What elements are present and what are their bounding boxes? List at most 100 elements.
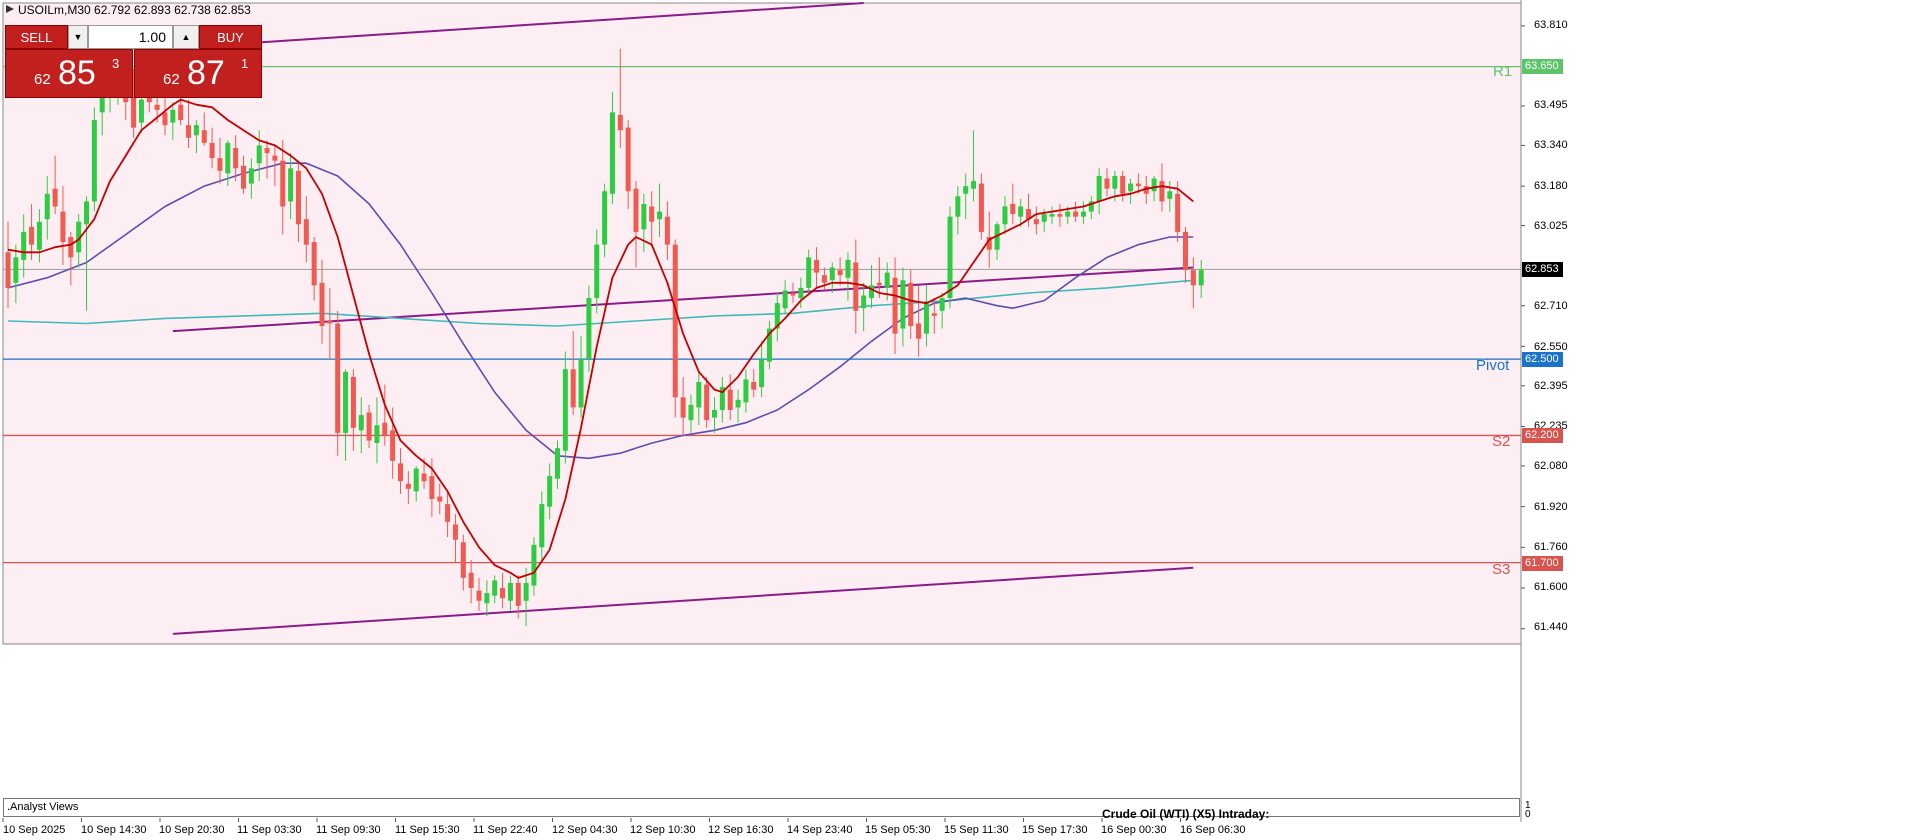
candle-body bbox=[696, 382, 702, 408]
buy-button[interactable]: BUY bbox=[199, 25, 262, 49]
buy-price-small: 62 bbox=[163, 71, 180, 88]
candle-body bbox=[295, 170, 301, 225]
candle-body bbox=[688, 404, 694, 421]
candle-body bbox=[727, 389, 733, 410]
candle-body bbox=[609, 112, 615, 194]
time-tick: 11 Sep 22:40 bbox=[473, 824, 538, 836]
candle-body bbox=[272, 155, 278, 161]
candle-body bbox=[68, 237, 74, 258]
time-tick: 15 Sep 11:30 bbox=[944, 824, 1009, 836]
candle-body bbox=[382, 422, 388, 436]
candle-body bbox=[547, 476, 553, 507]
candle-body bbox=[1010, 203, 1016, 215]
candle-body bbox=[806, 257, 812, 288]
analyst-views-subwindow[interactable]: .Analyst Views Crude Oil (WTI) (X5) Intr… bbox=[3, 798, 1520, 821]
price-tick: 62.395 bbox=[1534, 380, 1568, 392]
r1-price-badge: 63.650 bbox=[1522, 59, 1563, 74]
candle-body bbox=[21, 231, 27, 260]
candle-body bbox=[594, 244, 600, 299]
candle-body bbox=[704, 384, 710, 421]
s2-price-badge: 62.200 bbox=[1522, 428, 1563, 443]
candle-body bbox=[209, 142, 215, 159]
candle-body bbox=[1198, 270, 1204, 286]
candle-body bbox=[751, 382, 757, 390]
candle-body bbox=[939, 298, 945, 311]
candle-body bbox=[586, 298, 592, 360]
chart-menu-icon[interactable] bbox=[6, 5, 14, 13]
candle-body bbox=[523, 582, 529, 601]
price-scale[interactable]: 63.810 63.495 63.340 63.180 63.025 62.71… bbox=[1522, 0, 1916, 840]
candle-body bbox=[657, 211, 663, 220]
candle-body bbox=[311, 242, 317, 286]
candle-body bbox=[1128, 183, 1134, 192]
time-tick: 10 Sep 14:30 bbox=[81, 824, 147, 836]
candle-body bbox=[500, 588, 506, 599]
candle-body bbox=[735, 399, 741, 408]
candle-body bbox=[1002, 206, 1008, 225]
s3-price-badge: 61.700 bbox=[1522, 556, 1563, 571]
candle-body bbox=[1151, 178, 1157, 192]
candle-body bbox=[617, 114, 623, 131]
price-tick: 61.920 bbox=[1534, 501, 1568, 513]
candle-body bbox=[531, 544, 537, 586]
candle-body bbox=[555, 448, 560, 479]
lot-decrease-button[interactable]: ▼ bbox=[68, 25, 88, 49]
symbol-ohlc-text: USOILm,M30 62.792 62.893 62.738 62.853 bbox=[18, 3, 251, 17]
candle-body bbox=[782, 290, 788, 309]
candle-body bbox=[327, 320, 333, 324]
candle-body bbox=[1120, 175, 1126, 194]
candle-body bbox=[947, 216, 953, 299]
candle-body bbox=[429, 476, 435, 500]
candle-body bbox=[366, 412, 372, 441]
candle-body bbox=[814, 259, 820, 273]
buy-price-big: 87 bbox=[187, 54, 225, 92]
candle-body bbox=[853, 262, 859, 311]
one-click-trading-panel: SELL ▼ 1.00 ▲ BUY 62 85 3 62 87 1 bbox=[5, 25, 262, 98]
candle-body bbox=[484, 593, 490, 604]
candle-body bbox=[664, 216, 670, 245]
time-tick: 10 Sep 20:30 bbox=[159, 824, 225, 836]
candle-body bbox=[790, 292, 796, 296]
pivot-label: Pivot bbox=[1476, 357, 1510, 374]
candle-body bbox=[225, 142, 231, 174]
candle-body bbox=[892, 277, 898, 334]
price-tick: 63.025 bbox=[1534, 220, 1568, 232]
chart-header: USOILm,M30 62.792 62.893 62.738 62.853 bbox=[6, 3, 251, 17]
lot-increase-button[interactable]: ▲ bbox=[173, 25, 199, 49]
candle-body bbox=[978, 183, 984, 232]
candle-body bbox=[539, 504, 545, 548]
candle-body bbox=[303, 219, 309, 245]
candle-body bbox=[335, 323, 341, 433]
candle-body bbox=[131, 97, 137, 128]
candle-body bbox=[201, 130, 207, 143]
time-axis[interactable]: 10 Sep 2025 10 Sep 14:30 10 Sep 20:30 11… bbox=[0, 822, 1522, 840]
sell-price-button[interactable]: 62 85 3 bbox=[5, 49, 133, 98]
candle-body bbox=[405, 483, 411, 489]
s3-label: S3 bbox=[1492, 561, 1511, 578]
candle-body bbox=[29, 226, 35, 245]
candle-body bbox=[963, 186, 969, 194]
time-tick: 11 Sep 03:30 bbox=[237, 824, 302, 836]
candle-body bbox=[1167, 191, 1173, 199]
candle-body bbox=[84, 201, 89, 225]
candle-body bbox=[358, 415, 364, 431]
candle-body bbox=[1190, 270, 1196, 286]
lot-size-input[interactable]: 1.00 bbox=[88, 25, 173, 49]
buy-price-button[interactable]: 62 87 1 bbox=[134, 49, 262, 98]
candle-body bbox=[248, 168, 254, 184]
candle-body bbox=[641, 203, 647, 230]
candle-body bbox=[256, 145, 262, 164]
price-tick: 61.760 bbox=[1534, 541, 1568, 553]
time-tick: 15 Sep 17:30 bbox=[1022, 824, 1088, 836]
sell-button[interactable]: SELL bbox=[5, 25, 68, 49]
candle-body bbox=[162, 112, 168, 126]
candle-body bbox=[562, 369, 568, 451]
candle-body bbox=[876, 282, 882, 286]
current-price-badge: 62.853 bbox=[1522, 262, 1563, 277]
candle-body bbox=[445, 504, 451, 522]
candle-body bbox=[602, 191, 608, 245]
candle-body bbox=[884, 272, 890, 288]
r1-label: R1 bbox=[1493, 63, 1513, 80]
candle-body bbox=[390, 430, 396, 461]
candle-body bbox=[343, 371, 349, 433]
